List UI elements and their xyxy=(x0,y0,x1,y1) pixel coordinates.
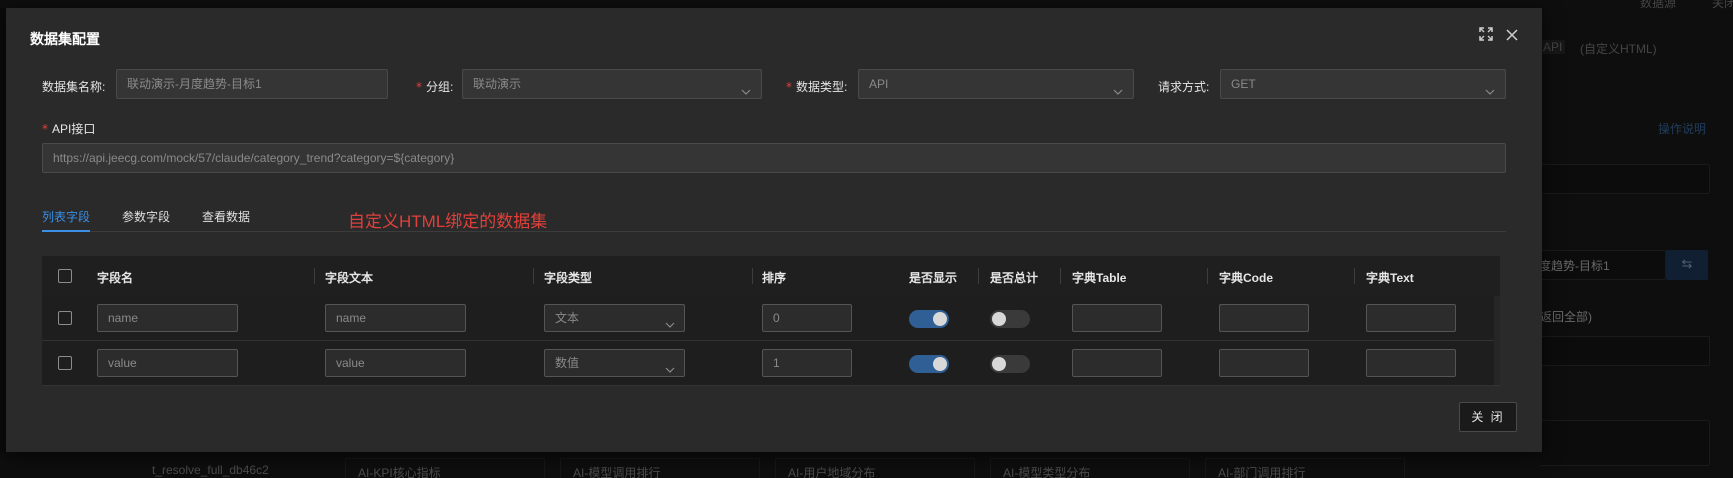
dict-table-input[interactable] xyxy=(1072,349,1162,377)
table-scrollbar[interactable] xyxy=(1494,296,1500,385)
show-toggle[interactable] xyxy=(909,355,949,373)
toggle-knob xyxy=(933,312,947,326)
col-field-type: 字段类型 xyxy=(544,271,593,285)
order-input[interactable]: 0 xyxy=(762,304,852,332)
chevron-down-icon xyxy=(665,313,675,331)
col-is-total: 是否总计 xyxy=(990,271,1039,285)
total-toggle[interactable] xyxy=(990,355,1030,373)
tab-active-indicator xyxy=(42,230,90,232)
column-divider xyxy=(314,268,315,284)
group-label: * 分组: xyxy=(416,80,454,94)
request-method-select[interactable]: GET xyxy=(1220,69,1506,99)
dict-table-input[interactable] xyxy=(1072,304,1162,332)
toggle-knob xyxy=(992,312,1006,326)
close-button[interactable]: 关 闭 xyxy=(1459,402,1517,432)
data-type-value: API xyxy=(869,77,889,91)
dataset-config-modal: 数据集配置 数据集名称: 联动演示-月度趋势-目标1 * 分组: 联动演示 * 数据… xyxy=(6,8,1542,452)
modal-title: 数据集配置 xyxy=(30,31,100,47)
data-type-label: * 数据类型: xyxy=(786,80,848,94)
col-dict-code: 字典Code xyxy=(1219,271,1274,285)
col-dict-table: 字典Table xyxy=(1072,271,1127,285)
column-divider xyxy=(1354,268,1355,284)
api-label: * API接口 xyxy=(42,122,96,136)
tab-param-fields[interactable]: 参数字段 xyxy=(122,208,170,225)
table-row: name name 文本 0 xyxy=(42,296,1500,341)
col-order: 排序 xyxy=(762,271,787,285)
data-type-select[interactable]: API xyxy=(858,69,1134,99)
dict-text-input[interactable] xyxy=(1366,304,1456,332)
column-divider xyxy=(978,268,979,284)
request-method-label: 请求方式: xyxy=(1158,80,1210,94)
request-method-value: GET xyxy=(1231,77,1256,91)
total-toggle[interactable] xyxy=(990,310,1030,328)
dataset-name-input[interactable]: 联动演示-月度趋势-目标1 xyxy=(116,69,388,99)
dict-text-input[interactable] xyxy=(1366,349,1456,377)
fullscreen-icon[interactable] xyxy=(1478,26,1498,46)
table-header: 字段名 字段文本 字段类型 排序 是否显示 是否总计 字典Table 字典Cod… xyxy=(42,256,1500,297)
column-divider xyxy=(533,268,534,284)
row-checkbox[interactable] xyxy=(58,311,72,325)
field-type-select[interactable]: 文本 xyxy=(544,304,685,332)
chevron-down-icon xyxy=(1113,79,1123,98)
field-name-input[interactable]: value xyxy=(97,349,238,377)
tabs-divider xyxy=(42,231,1506,232)
col-is-show: 是否显示 xyxy=(909,271,958,285)
chevron-down-icon xyxy=(665,358,675,376)
column-divider xyxy=(1207,268,1208,284)
group-select[interactable]: 联动演示 xyxy=(462,69,762,99)
tab-view-data[interactable]: 查看数据 xyxy=(202,208,250,225)
toggle-knob xyxy=(992,357,1006,371)
api-url-input[interactable]: https://api.jeecg.com/mock/57/claude/cat… xyxy=(42,143,1506,173)
close-icon[interactable] xyxy=(1504,27,1524,47)
field-type-value: 文本 xyxy=(555,311,580,325)
toggle-knob xyxy=(933,357,947,371)
column-divider xyxy=(1060,268,1061,284)
tab-list-fields[interactable]: 列表字段 xyxy=(42,208,90,225)
col-field-name: 字段名 xyxy=(97,271,134,285)
dict-code-input[interactable] xyxy=(1219,349,1309,377)
field-type-select[interactable]: 数值 xyxy=(544,349,685,377)
table-row: value value 数值 1 xyxy=(42,341,1500,386)
annotation-text: 自定义HTML绑定的数据集 xyxy=(348,212,548,231)
show-toggle[interactable] xyxy=(909,310,949,328)
dataset-name-label: 数据集名称: xyxy=(42,80,106,94)
chevron-down-icon xyxy=(1485,79,1495,98)
col-dict-text: 字典Text xyxy=(1366,271,1414,285)
column-divider xyxy=(752,268,753,284)
group-select-value: 联动演示 xyxy=(473,77,522,91)
field-type-value: 数值 xyxy=(555,356,580,370)
row-checkbox[interactable] xyxy=(58,356,72,370)
chevron-down-icon xyxy=(741,79,751,98)
field-name-input[interactable]: name xyxy=(97,304,238,332)
order-input[interactable]: 1 xyxy=(762,349,852,377)
col-field-text: 字段文本 xyxy=(325,271,374,285)
field-text-input[interactable]: value xyxy=(325,349,466,377)
select-all-checkbox[interactable] xyxy=(58,269,72,283)
dict-code-input[interactable] xyxy=(1219,304,1309,332)
field-text-input[interactable]: name xyxy=(325,304,466,332)
